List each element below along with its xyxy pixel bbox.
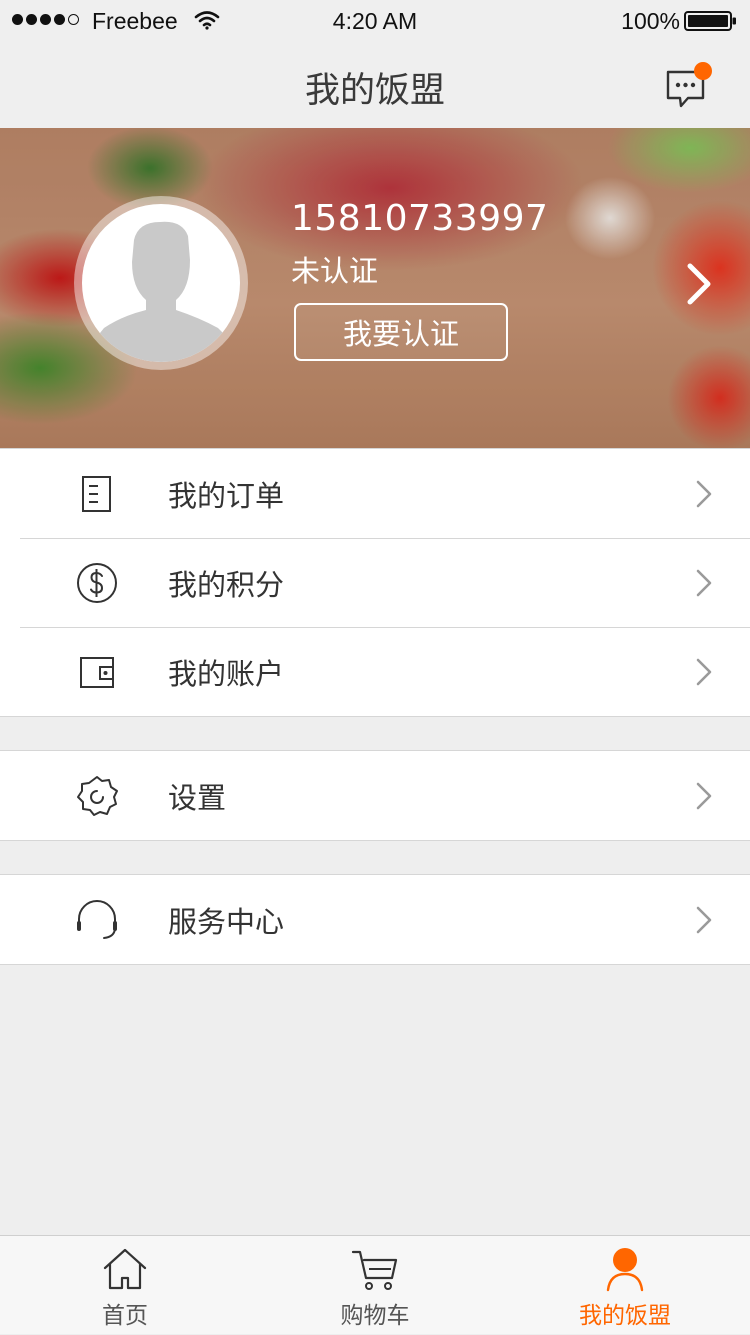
- menu-item-account[interactable]: 我的账户: [0, 627, 750, 716]
- page-title: 我的饭盟: [304, 71, 445, 111]
- chevron-right-icon: [696, 569, 712, 597]
- cart-icon: [351, 1250, 398, 1290]
- navigation-bar: 我的饭盟: [0, 40, 750, 128]
- menu-item-settings[interactable]: 设置: [0, 751, 750, 840]
- menu-item-points[interactable]: 我的积分: [0, 538, 750, 627]
- chevron-right-icon: [696, 658, 712, 686]
- unread-badge: [694, 62, 712, 80]
- battery-icon: [684, 11, 736, 31]
- tab-home[interactable]: 首页: [0, 1236, 250, 1335]
- menu-group-settings: 设置: [0, 750, 750, 841]
- chevron-right-icon: [696, 480, 712, 508]
- menu-group-account: 我的订单 我的积分 我的账户: [0, 448, 750, 717]
- tab-cart[interactable]: 购物车: [250, 1236, 500, 1335]
- chevron-right-icon: [696, 906, 712, 934]
- avatar[interactable]: [82, 204, 240, 362]
- chevron-right-icon: [696, 782, 712, 810]
- tab-label: 购物车: [340, 1303, 410, 1329]
- verify-button[interactable]: 我要认证: [294, 303, 508, 361]
- profile-header[interactable]: 15810733997 未认证 我要认证: [0, 128, 750, 448]
- phone-number: 15810733997: [291, 198, 549, 239]
- verification-status: 未认证: [291, 254, 379, 288]
- menu-group-service: 服务中心: [0, 874, 750, 965]
- tab-label: 我的饭盟: [579, 1303, 671, 1329]
- gear-icon: [77, 776, 118, 816]
- menu-item-service-center[interactable]: 服务中心: [0, 875, 750, 964]
- tab-label: 首页: [102, 1303, 148, 1329]
- menu-item-label: 设置: [168, 781, 227, 815]
- tab-my-fanmeng[interactable]: 我的饭盟: [500, 1236, 750, 1335]
- order-list-icon: [82, 476, 111, 512]
- menu-item-orders[interactable]: 我的订单: [0, 449, 750, 538]
- user-icon: [606, 1248, 644, 1292]
- status-bar: Freebee 4:20 AM 100%: [0, 0, 750, 40]
- default-user-icon: [96, 221, 228, 362]
- home-icon: [103, 1248, 147, 1290]
- menu-item-label: 我的订单: [168, 479, 285, 513]
- headset-icon: [77, 900, 117, 939]
- battery-percentage: 100%: [621, 8, 680, 34]
- menu-item-label: 我的账户: [168, 657, 285, 691]
- dollar-coin-icon: [77, 563, 117, 603]
- wallet-icon: [80, 657, 114, 688]
- menu-item-label: 服务中心: [168, 905, 285, 939]
- tab-bar: 首页 购物车 我的饭盟: [0, 1235, 750, 1334]
- chevron-right-icon[interactable]: [684, 262, 714, 306]
- menu-item-label: 我的积分: [168, 568, 285, 602]
